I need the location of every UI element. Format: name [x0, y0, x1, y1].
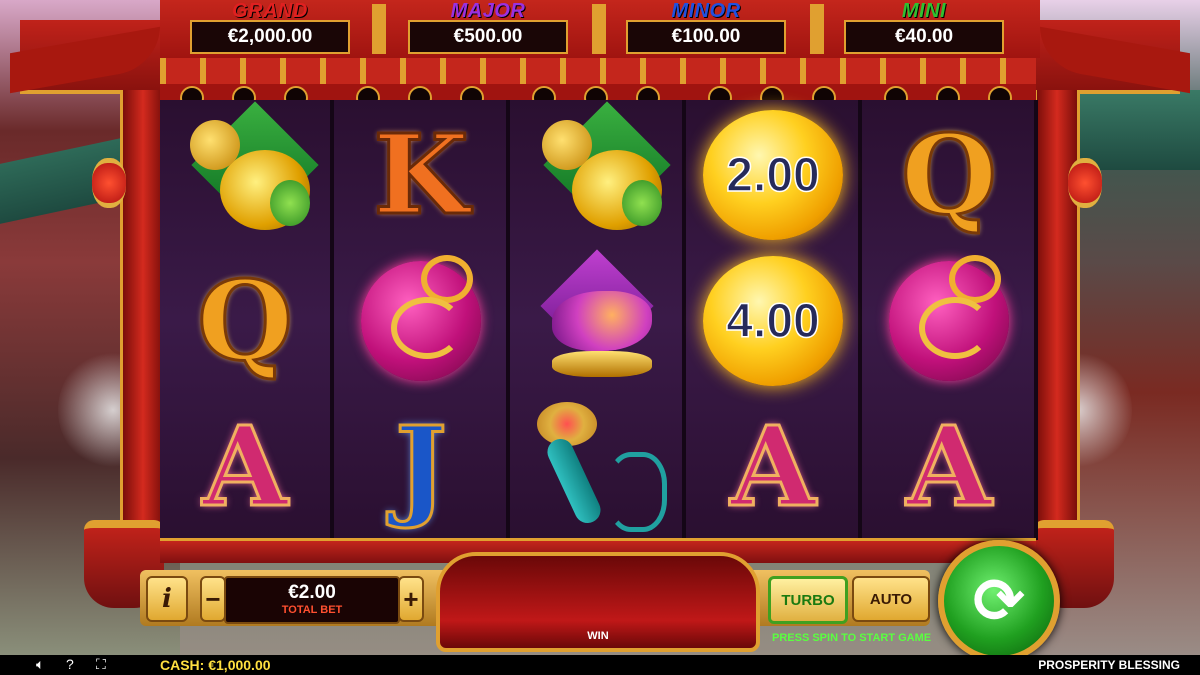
refresh-arrows-icon: ⟳	[973, 564, 1025, 637]
reel-4: 2.00 4.00 A	[688, 100, 862, 540]
turbo-button[interactable]: TURBO	[768, 576, 848, 624]
reel-5: QA	[864, 100, 1038, 540]
win-label: WIN	[587, 630, 609, 642]
coin-value: 4.00	[726, 294, 821, 349]
status-message: PRESS SPIN TO START GAME	[772, 632, 932, 644]
reel-grid: Q A K J 2.00 4.00 A Q A	[160, 100, 1038, 540]
vase-symbol	[336, 248, 506, 394]
ruyi-stem	[543, 434, 605, 528]
jackpot-value: €2,000.00	[227, 26, 313, 47]
vase-ring	[421, 255, 473, 303]
gold-coin-icon: 4.00	[703, 256, 843, 386]
monkey-symbol	[160, 101, 330, 248]
cash-label: CASH:	[160, 657, 205, 673]
jackpot-value-box: €100.00	[626, 20, 786, 54]
letter-q-icon: Q	[196, 256, 295, 385]
footer-bar: 🔈︎ ? ⛶ CASH: €1,000.00 PROSPERITY BLESSI…	[0, 655, 1200, 675]
reel-3	[512, 100, 686, 540]
letter-symbol-a: A	[864, 394, 1034, 540]
gate-pillar-right	[1034, 90, 1080, 550]
game-scene: GRAND €2,000.00 MAJOR €500.00 MINOR €100…	[0, 0, 1200, 655]
koi-symbol	[512, 248, 682, 394]
letter-a-icon: A	[201, 402, 289, 531]
total-bet-label: TOTAL BET	[281, 604, 343, 616]
ruyi-symbol	[512, 394, 682, 540]
letter-k-icon: K	[372, 110, 471, 239]
jackpot-bar: GRAND €2,000.00 MAJOR €500.00 MINOR €100…	[160, 0, 1040, 58]
letter-symbol-q: Q	[160, 248, 330, 394]
total-bet-value: €2.00	[288, 582, 336, 603]
vase-swirl	[919, 297, 991, 359]
jackpot-grand: GRAND €2,000.00	[170, 0, 370, 58]
monkey-icon	[180, 101, 319, 240]
cash-value: €1,000.00	[208, 657, 271, 673]
vase-icon	[889, 255, 1009, 381]
auto-spin-button[interactable]: AUTO	[852, 576, 930, 622]
lantern-left-icon	[92, 158, 126, 208]
jackpot-value-box: €500.00	[408, 20, 568, 54]
sound-icon[interactable]: 🔈︎	[36, 656, 44, 673]
letter-q-icon: Q	[900, 110, 999, 239]
jackpot-minor: MINOR €100.00	[606, 0, 806, 58]
decrease-bet-button[interactable]: −	[200, 576, 226, 622]
letter-symbol-q: Q	[864, 102, 1034, 248]
monkey-icon	[532, 101, 671, 240]
jackpot-value: €40.00	[894, 26, 954, 47]
jackpot-value: €500.00	[453, 26, 523, 47]
coin-symbol: 2.00	[688, 102, 858, 248]
gold-coin-icon: 2.00	[703, 110, 843, 240]
vase-icon	[361, 255, 481, 381]
letter-a-icon: A	[905, 402, 993, 531]
monkey-leaf	[622, 180, 662, 226]
help-icon[interactable]: ?	[66, 656, 74, 672]
jackpot-value-box: €40.00	[844, 20, 1004, 54]
game-title: PROSPERITY BLESSING	[1038, 658, 1180, 672]
win-display: WIN	[436, 552, 760, 652]
jackpot-major: MAJOR €500.00	[388, 0, 588, 58]
ruyi-tassel	[607, 452, 667, 532]
koi-icon	[532, 249, 662, 381]
jackpot-value: €100.00	[671, 26, 741, 47]
monkey-head	[542, 120, 592, 170]
koi-fish	[552, 291, 652, 351]
fullscreen-icon[interactable]: ⛶	[96, 656, 106, 673]
coin-symbol: 4.00	[688, 248, 858, 394]
gate-lattice	[160, 58, 1036, 87]
monkey-symbol	[512, 101, 682, 248]
koi-base	[552, 351, 652, 377]
reel-2: KJ	[336, 100, 510, 540]
letter-a-icon: A	[729, 402, 817, 531]
letter-symbol-j: J	[336, 394, 506, 540]
increase-bet-button[interactable]: +	[398, 576, 424, 622]
ruyi-head	[537, 402, 597, 446]
coin-value: 2.00	[726, 148, 821, 203]
ruyi-icon	[527, 402, 667, 532]
monkey-head	[190, 120, 240, 170]
spin-button[interactable]: ⟳	[938, 540, 1060, 655]
vase-swirl	[391, 297, 463, 359]
jackpot-separator	[592, 4, 606, 54]
cash-display: CASH: €1,000.00	[160, 657, 271, 673]
jackpot-value-box: €2,000.00	[190, 20, 350, 54]
letter-symbol-k: K	[336, 102, 506, 248]
reel-1: QA	[160, 100, 334, 540]
jackpot-mini: MINI €40.00	[824, 0, 1024, 58]
jackpot-separator	[810, 4, 824, 54]
letter-j-icon: J	[393, 402, 448, 531]
temple-roof-right	[1080, 90, 1200, 170]
letter-symbol-a: A	[688, 394, 858, 540]
total-bet-display: €2.00 TOTAL BET	[224, 576, 400, 624]
vase-symbol	[864, 248, 1034, 394]
jackpot-separator	[372, 4, 386, 54]
monkey-leaf	[270, 180, 310, 226]
lantern-right-icon	[1068, 158, 1102, 208]
info-button[interactable]: i	[146, 576, 188, 622]
vase-ring	[949, 255, 1001, 303]
letter-symbol-a: A	[160, 394, 330, 540]
